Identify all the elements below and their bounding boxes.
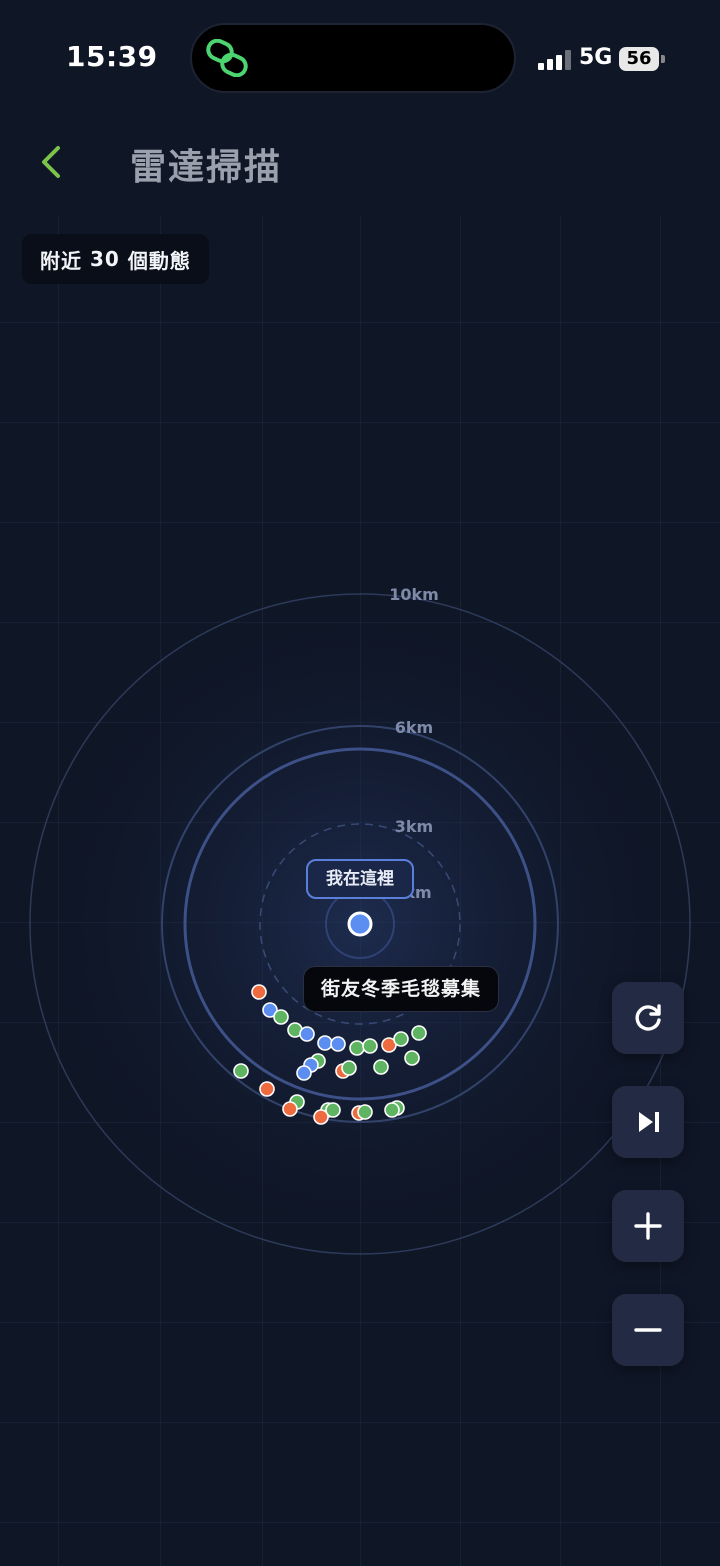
skip-next-icon [639,1112,659,1132]
plus-icon [634,1212,662,1240]
badge-count: 30 [90,247,120,271]
battery-icon: 56 [619,47,659,71]
post-dot[interactable] [273,1009,289,1025]
post-dot[interactable] [299,1026,315,1042]
zoom-in-button[interactable] [612,1190,684,1262]
post-dot[interactable] [373,1059,389,1075]
post-dot[interactable] [317,1035,333,1051]
post-tooltip[interactable]: 街友冬季毛毯募集 [303,966,499,1012]
post-dot[interactable] [296,1065,312,1081]
my-location-label: 我在這裡 [306,859,414,899]
ring-label-3km: 3km [395,817,433,836]
post-dot[interactable] [259,1081,275,1097]
post-dot[interactable] [362,1038,378,1054]
refresh-icon [635,1004,661,1031]
radar-view[interactable]: 10km 6km 3km km [0,560,720,1280]
cellular-signal-icon [538,50,571,70]
post-dot[interactable] [411,1025,427,1041]
page-title: 雷達掃描 [130,147,283,188]
post-dot[interactable] [251,984,267,1000]
post-dot[interactable] [341,1060,357,1076]
chevron-left-icon [42,146,60,178]
post-dot[interactable] [349,1040,365,1056]
badge-prefix: 附近 [40,248,82,273]
post-dot[interactable] [404,1050,420,1066]
battery-tip [661,55,665,63]
post-dot[interactable] [393,1031,409,1047]
post-dot[interactable] [384,1102,400,1118]
zoom-out-button[interactable] [612,1294,684,1366]
refresh-button[interactable] [612,982,684,1054]
status-time: 15:39 [66,40,158,73]
post-dot[interactable] [313,1109,329,1125]
nearby-count-badge: 附近 30 個動態 [22,234,209,284]
ring-label-10km: 10km [389,585,439,604]
my-location-dot[interactable] [347,911,373,937]
dynamic-island [190,23,516,93]
skip-next-button[interactable] [612,1086,684,1158]
badge-suffix: 個動態 [127,248,191,273]
network-type: 5G [579,45,613,70]
back-button[interactable] [34,138,74,186]
radar-scan-screen: 15:39 5G 56 雷達掃描 附近 30 個動態 10km 6km 3km … [0,0,720,1566]
app-link-logo-icon [206,39,248,77]
ring-label-6km: 6km [395,718,433,737]
post-dot[interactable] [233,1063,249,1079]
post-dot[interactable] [282,1101,298,1117]
post-dot[interactable] [357,1104,373,1120]
post-dot[interactable] [330,1036,346,1052]
minus-icon [634,1328,662,1332]
